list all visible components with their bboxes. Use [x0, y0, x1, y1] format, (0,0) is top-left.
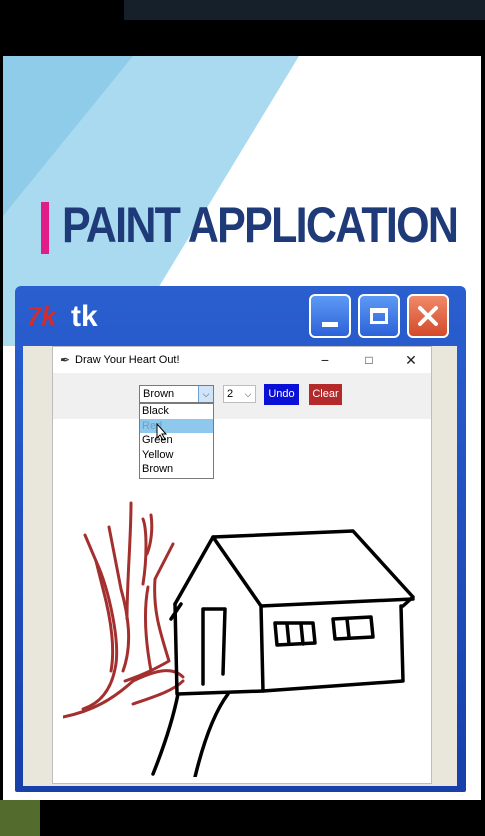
color-select-value: Brown [143, 388, 175, 400]
close-icon [409, 296, 447, 336]
house-drawing [151, 529, 415, 777]
feather-icon: ✒ [60, 353, 71, 367]
mouse-cursor-icon [156, 422, 168, 444]
minimize-icon [311, 296, 349, 336]
color-select[interactable]: Brown ⌵ [139, 385, 214, 403]
color-option-red[interactable]: Red [140, 418, 213, 433]
outer-close-button[interactable] [407, 294, 449, 338]
tk-window-title: tk [71, 300, 98, 333]
clear-button[interactable]: Clear [309, 384, 342, 405]
color-option-brown[interactable]: Brown [140, 462, 213, 477]
tk-logo-icon: 7k [27, 301, 56, 331]
tree-drawing [63, 501, 185, 719]
undo-button[interactable]: Undo [264, 384, 299, 405]
brush-size-select[interactable]: 2 ⌵ [223, 385, 256, 403]
chevron-down-icon[interactable]: ⌵ [198, 386, 213, 402]
top-banner [0, 0, 485, 56]
outer-maximize-button[interactable] [358, 294, 400, 338]
close-button[interactable]: ✕ [397, 351, 425, 369]
color-option-black[interactable]: Black [140, 404, 213, 419]
tk-outer-window: 7k tk ✒ Draw Your Heart Out! − □ ✕ Brown… [15, 286, 466, 792]
maximize-button[interactable]: □ [355, 351, 383, 369]
color-dropdown-list: Black Red Green Yellow Brown [139, 403, 214, 479]
app-window: ✒ Draw Your Heart Out! − □ ✕ Brown ⌵ 2 ⌵… [52, 346, 432, 784]
bottom-bar [0, 800, 485, 836]
slide-heading: PAINT APPLICATION [62, 197, 459, 253]
tk-titlebar[interactable]: 7k tk [15, 286, 466, 346]
heading-accent-bar [41, 202, 49, 254]
bottom-tint [0, 800, 40, 836]
maximize-icon [360, 296, 398, 336]
drawing-canvas[interactable] [63, 419, 421, 777]
color-option-green[interactable]: Green [140, 433, 213, 448]
outer-minimize-button[interactable] [309, 294, 351, 338]
minimize-button[interactable]: − [311, 351, 339, 369]
color-option-yellow[interactable]: Yellow [140, 448, 213, 463]
app-titlebar[interactable]: ✒ Draw Your Heart Out! − □ ✕ [53, 347, 431, 373]
toolbar: Brown ⌵ 2 ⌵ Undo Clear [53, 373, 431, 419]
banner-strip [124, 0, 485, 20]
brush-size-value: 2 [227, 388, 234, 400]
app-window-title: Draw Your Heart Out! [75, 354, 180, 366]
chevron-down-icon[interactable]: ⌵ [241, 386, 255, 402]
tk-client-area: ✒ Draw Your Heart Out! − □ ✕ Brown ⌵ 2 ⌵… [23, 346, 457, 786]
